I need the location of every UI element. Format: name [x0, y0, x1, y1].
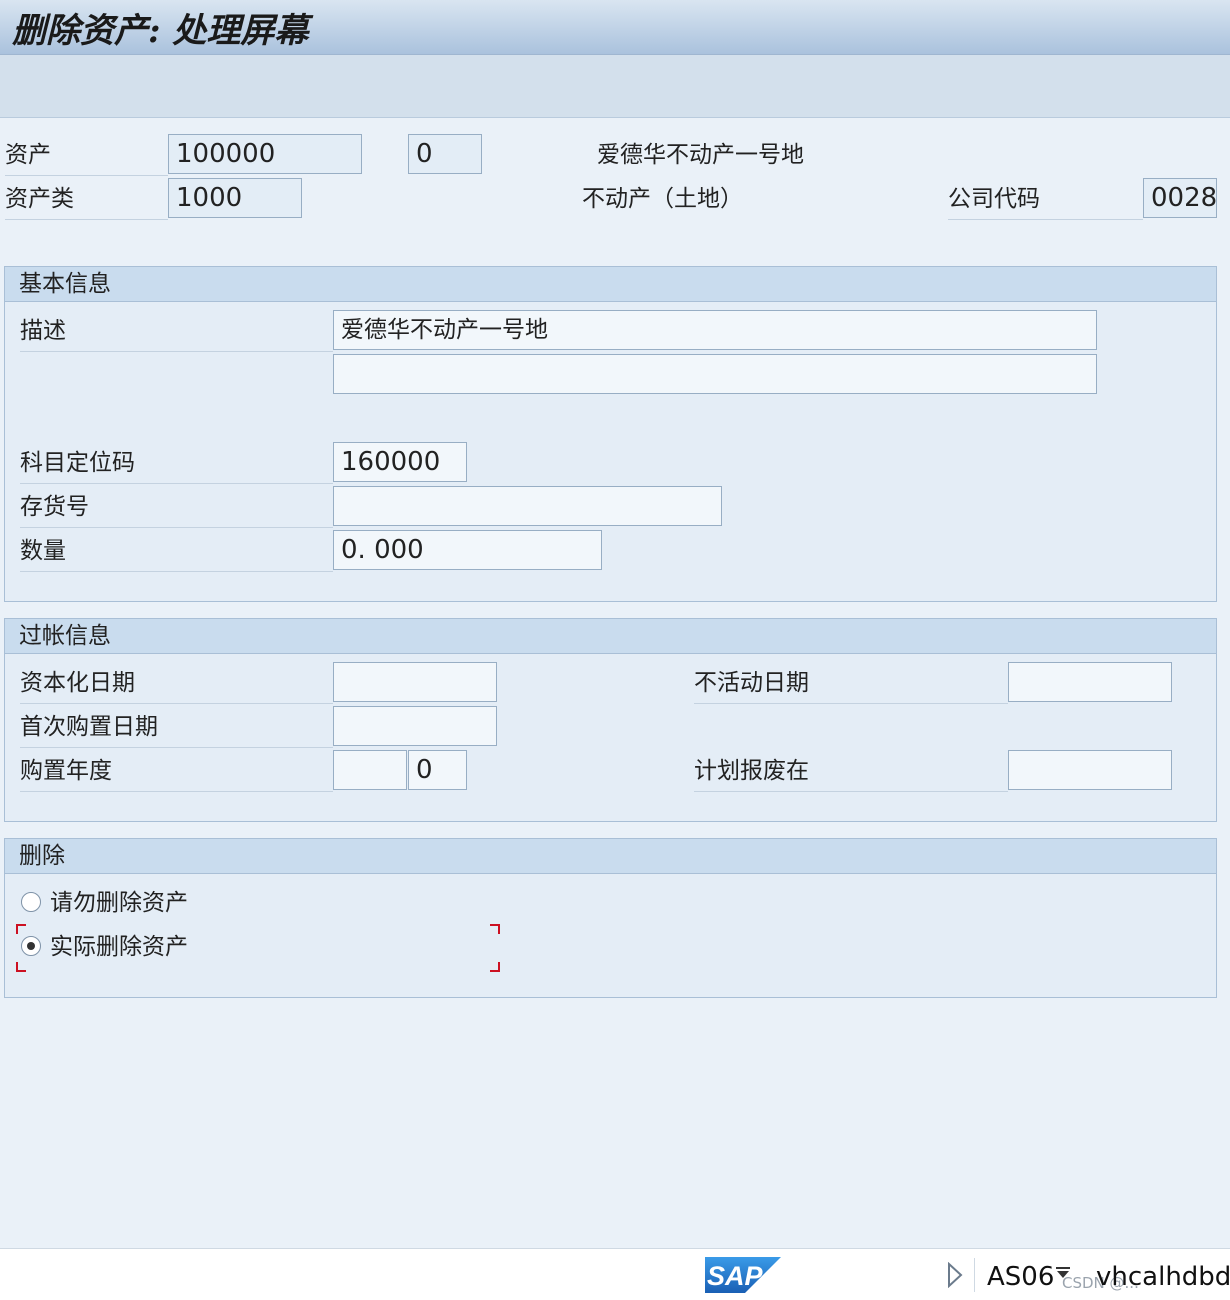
description-label: 描述: [20, 311, 333, 352]
radio-do-not-delete-label[interactable]: 请勿删除资产: [50, 883, 188, 923]
capitalization-date-input[interactable]: [333, 662, 497, 702]
asset-description-text: 爱德华不动产一号地: [597, 142, 804, 168]
asset-label: 资产: [5, 135, 168, 176]
asset-class-field[interactable]: 1000: [168, 178, 302, 218]
page-title: 删除资产: 处理屏幕: [12, 11, 309, 51]
acquisition-year-input[interactable]: [333, 750, 407, 790]
acquisition-year-label: 购置年度: [20, 751, 333, 792]
status-divider: [974, 1258, 975, 1292]
deletion-group-title: 删除: [5, 839, 1216, 874]
first-acquisition-date-input[interactable]: [333, 706, 497, 746]
planned-retirement-label: 计划报废在: [694, 751, 1008, 792]
account-determination-input[interactable]: 160000: [333, 442, 467, 482]
deactivation-date-label: 不活动日期: [694, 663, 1008, 704]
asset-class-label: 资产类: [5, 179, 168, 220]
asset-number-field[interactable]: 100000: [168, 134, 362, 174]
application-toolbar: [0, 55, 1230, 118]
inventory-number-label: 存货号: [20, 487, 333, 528]
planned-retirement-input[interactable]: [1008, 750, 1172, 790]
status-expand-arrow-icon[interactable]: [946, 1262, 964, 1288]
radio-actually-delete-label[interactable]: 实际删除资产: [50, 927, 188, 967]
focus-corner-top-left: [16, 924, 26, 934]
deactivation-date-input[interactable]: [1008, 662, 1172, 702]
capitalization-date-label: 资本化日期: [20, 663, 333, 704]
sap-logo-text: SAP: [707, 1261, 764, 1291]
inventory-number-input[interactable]: [333, 486, 722, 526]
asset-class-description-text: 不动产（土地）: [582, 186, 743, 212]
basic-info-group-title: 基本信息: [5, 267, 1216, 302]
first-acquisition-date-label: 首次购置日期: [20, 707, 333, 748]
description-line2-input[interactable]: [333, 354, 1097, 394]
focus-corner-bottom-left: [16, 962, 26, 972]
radio-selected-dot: [27, 942, 35, 950]
quantity-label: 数量: [20, 531, 333, 572]
radio-actually-delete[interactable]: [21, 936, 41, 956]
quantity-input[interactable]: 0. 000: [333, 530, 602, 570]
company-code-field[interactable]: 0028: [1143, 178, 1217, 218]
company-code-label: 公司代码: [948, 179, 1143, 220]
asset-subnumber-field[interactable]: 0: [408, 134, 482, 174]
account-determination-label: 科目定位码: [20, 443, 333, 484]
sap-logo: SAP: [705, 1257, 781, 1293]
acquisition-period-input[interactable]: 0: [408, 750, 467, 790]
title-bar: 删除资产: 处理屏幕: [0, 0, 1230, 55]
focus-corner-bottom-right: [490, 962, 500, 972]
focus-corner-top-right: [490, 924, 500, 934]
server-name: vhcalhdbdb: [1096, 1262, 1230, 1292]
radio-do-not-delete[interactable]: [21, 892, 41, 912]
posting-info-group-title: 过帐信息: [5, 619, 1216, 654]
description-line1-input[interactable]: 爱德华不动产一号地: [333, 310, 1097, 350]
transaction-code: AS06: [987, 1262, 1055, 1292]
